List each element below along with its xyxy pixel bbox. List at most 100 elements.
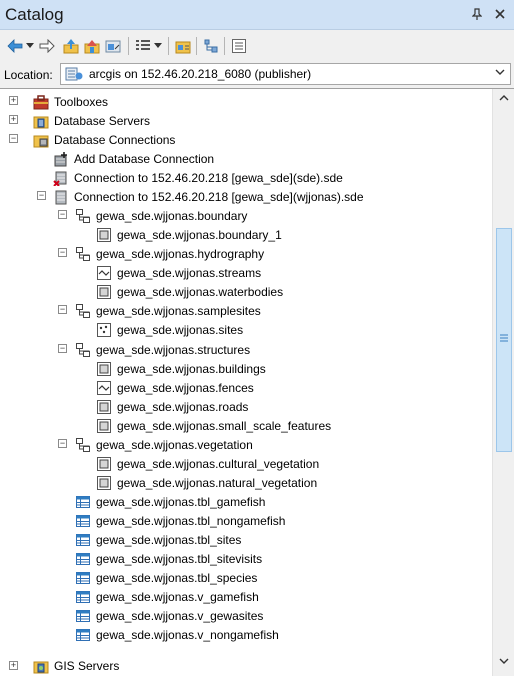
tree-item-boundary-dataset[interactable]: gewa_sde.wjjonas.boundary <box>75 206 247 225</box>
tree-item-add-database-connection[interactable]: Add Database Connection <box>53 149 214 168</box>
home-folder-icon[interactable] <box>83 36 101 56</box>
tree-item-streams[interactable]: gewa_sde.wjjonas.streams <box>96 263 261 282</box>
tree-label: gewa_sde.wjjonas.sites <box>117 322 244 337</box>
window-title: Catalog <box>5 5 64 24</box>
tree-label: Toolboxes <box>54 94 109 109</box>
close-icon[interactable] <box>495 6 505 22</box>
gis-servers-folder-icon <box>33 658 49 674</box>
tree-item-hydrography-dataset[interactable]: gewa_sde.wjjonas.hydrography <box>75 244 264 263</box>
tree-item-tbl-nongamefish[interactable]: gewa_sde.wjjonas.tbl_nongamefish <box>75 511 285 530</box>
tree-label: gewa_sde.wjjonas.v_gewasites <box>96 608 264 623</box>
tree-label: Database Connections <box>54 132 176 147</box>
polygon-feature-class-icon <box>96 361 112 377</box>
connect-folder-icon[interactable] <box>104 36 122 56</box>
pin-icon[interactable] <box>471 8 483 23</box>
tree-item-natural-vegetation[interactable]: gewa_sde.wjjonas.natural_vegetation <box>96 473 317 492</box>
table-icon <box>75 589 91 605</box>
launch-arccatalog-icon[interactable] <box>174 36 192 56</box>
tree-item-database-connections[interactable]: Database Connections <box>33 130 175 149</box>
tree-item-tbl-gamefish[interactable]: gewa_sde.wjjonas.tbl_gamefish <box>75 492 265 511</box>
back-dropdown-icon[interactable] <box>25 36 35 56</box>
polygon-feature-class-icon <box>96 418 112 434</box>
location-bar: Location: arcgis on 152.46.20.218_6080 (… <box>0 61 514 88</box>
tree-label: gewa_sde.wjjonas.fences <box>117 380 254 395</box>
tree-item-waterbodies[interactable]: gewa_sde.wjjonas.waterbodies <box>96 282 283 301</box>
tree-label: gewa_sde.wjjonas.structures <box>96 342 251 357</box>
point-feature-class-icon <box>96 322 112 338</box>
collapse-hydrography[interactable]: − <box>58 248 67 257</box>
tree-item-fences[interactable]: gewa_sde.wjjonas.fences <box>96 378 254 397</box>
tree-label: gewa_sde.wjjonas.tbl_sites <box>96 532 242 547</box>
tree-item-v-nongamefish[interactable]: gewa_sde.wjjonas.v_nongamefish <box>75 625 279 644</box>
expand-gis-servers[interactable]: + <box>9 661 18 670</box>
tree-item-v-gamefish[interactable]: gewa_sde.wjjonas.v_gamefish <box>75 587 259 606</box>
view-options-icon[interactable] <box>134 36 152 56</box>
table-icon <box>75 627 91 643</box>
tree-item-connection-wjjonas[interactable]: Connection to 152.46.20.218 [gewa_sde](w… <box>53 187 364 206</box>
tree-item-structures-dataset[interactable]: gewa_sde.wjjonas.structures <box>75 340 250 359</box>
catalog-tree: + Toolboxes + Database Servers − Databas… <box>0 88 514 676</box>
feature-dataset-icon <box>75 303 91 319</box>
tree-item-boundary-1[interactable]: gewa_sde.wjjonas.boundary_1 <box>96 225 282 244</box>
tree-item-v-gewasites[interactable]: gewa_sde.wjjonas.v_gewasites <box>75 606 263 625</box>
tree-item-connection-sde[interactable]: Connection to 152.46.20.218 [gewa_sde](s… <box>53 168 343 187</box>
tree-label: gewa_sde.wjjonas.natural_vegetation <box>117 475 318 490</box>
scroll-up-arrow-icon[interactable] <box>493 93 514 110</box>
tree-label: gewa_sde.wjjonas.v_gamefish <box>96 589 259 604</box>
scroll-grip-icon <box>500 334 508 342</box>
toolbox-icon <box>33 94 49 110</box>
expand-database-servers[interactable]: + <box>9 115 18 124</box>
tree-label: GIS Servers <box>54 658 120 673</box>
collapse-structures[interactable]: − <box>58 344 67 353</box>
back-icon[interactable] <box>6 36 24 56</box>
up-one-level-icon[interactable] <box>62 36 80 56</box>
location-combobox[interactable]: arcgis on 152.46.20.218_6080 (publisher) <box>60 63 511 85</box>
table-icon <box>75 570 91 586</box>
scrollbar-thumb[interactable] <box>496 228 512 452</box>
collapse-vegetation[interactable]: − <box>58 439 67 448</box>
tree-item-cultural-vegetation[interactable]: gewa_sde.wjjonas.cultural_vegetation <box>96 454 319 473</box>
tree-item-toolboxes[interactable]: Toolboxes <box>33 92 108 111</box>
toolbar-separator <box>196 37 197 55</box>
feature-dataset-icon <box>75 208 91 224</box>
tree-item-tbl-sitevisits[interactable]: gewa_sde.wjjonas.tbl_sitevisits <box>75 549 262 568</box>
location-value: arcgis on 152.46.20.218_6080 (publisher) <box>89 67 312 81</box>
tree-item-database-servers[interactable]: Database Servers <box>33 111 150 130</box>
view-dropdown-icon[interactable] <box>153 36 163 56</box>
tree-label: gewa_sde.wjjonas.hydrography <box>96 246 265 261</box>
tree-item-buildings[interactable]: gewa_sde.wjjonas.buildings <box>96 359 266 378</box>
scroll-down-arrow-icon[interactable] <box>493 656 514 673</box>
expand-toolboxes[interactable]: + <box>9 96 18 105</box>
line-feature-class-icon <box>96 265 112 281</box>
collapse-boundary[interactable]: − <box>58 210 67 219</box>
toggle-contents-panel-icon[interactable] <box>202 36 220 56</box>
tree-item-vegetation-dataset[interactable]: gewa_sde.wjjonas.vegetation <box>75 435 253 454</box>
table-icon <box>75 513 91 529</box>
database-connection-icon <box>53 189 69 205</box>
polygon-feature-class-icon <box>96 399 112 415</box>
tree-label: gewa_sde.wjjonas.samplesites <box>96 303 261 318</box>
tree-label: Add Database Connection <box>74 151 215 166</box>
chevron-down-icon[interactable] <box>495 67 505 79</box>
collapse-samplesites[interactable]: − <box>58 305 67 314</box>
tree-item-roads[interactable]: gewa_sde.wjjonas.roads <box>96 397 248 416</box>
collapse-connection-wjjonas[interactable]: − <box>37 191 46 200</box>
tree-item-sites[interactable]: gewa_sde.wjjonas.sites <box>96 320 243 339</box>
line-feature-class-icon <box>96 380 112 396</box>
tree-label: gewa_sde.wjjonas.waterbodies <box>117 284 284 299</box>
table-icon <box>75 608 91 624</box>
tree-item-samplesites-dataset[interactable]: gewa_sde.wjjonas.samplesites <box>75 301 261 320</box>
tree-label: Connection to 152.46.20.218 [gewa_sde](s… <box>74 170 343 185</box>
tree-label: Connection to 152.46.20.218 [gewa_sde](w… <box>74 189 364 204</box>
tree-item-tbl-sites[interactable]: gewa_sde.wjjonas.tbl_sites <box>75 530 241 549</box>
toolbar-separator <box>168 37 169 55</box>
vertical-scrollbar[interactable] <box>492 89 514 676</box>
collapse-database-connections[interactable]: − <box>9 134 18 143</box>
feature-dataset-icon <box>75 246 91 262</box>
forward-icon[interactable] <box>38 36 56 56</box>
tree-item-small-scale-features[interactable]: gewa_sde.wjjonas.small_scale_features <box>96 416 331 435</box>
options-icon[interactable] <box>230 36 248 56</box>
tree-item-gis-servers[interactable]: GIS Servers <box>33 656 119 675</box>
location-label: Location: <box>4 68 53 82</box>
tree-item-tbl-species[interactable]: gewa_sde.wjjonas.tbl_species <box>75 568 257 587</box>
